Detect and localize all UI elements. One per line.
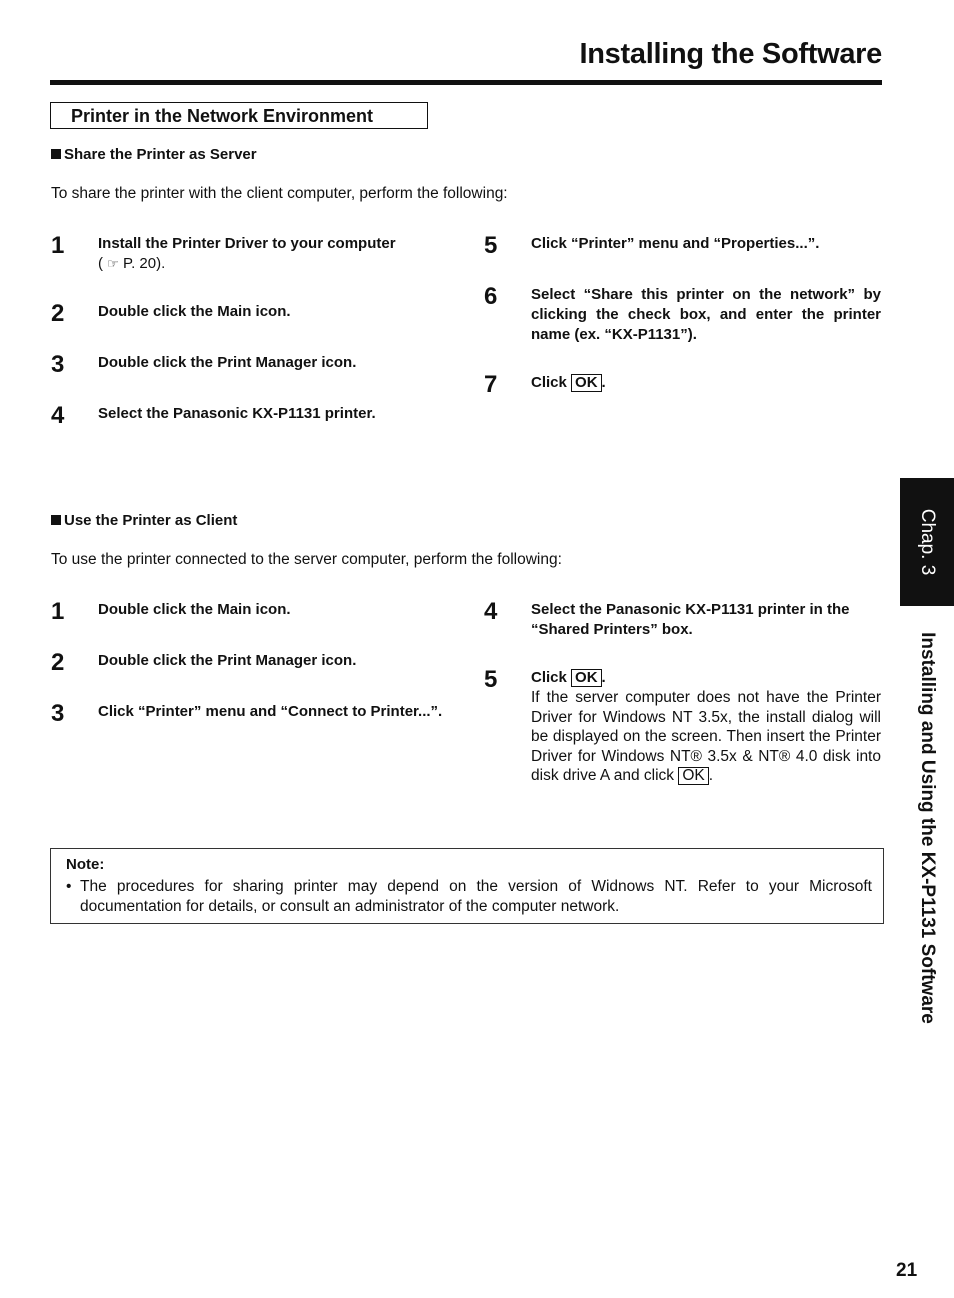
step-number: 3 (51, 700, 65, 727)
step-number: 6 (484, 283, 498, 310)
title-rule (50, 80, 882, 85)
chapter-tab-label: Chap. 3 (917, 508, 938, 576)
server-heading: Share the Printer as Server (51, 146, 257, 163)
step-number: 3 (51, 351, 65, 378)
square-bullet-icon (51, 515, 61, 525)
page-title: Installing the Software (579, 38, 883, 70)
step-text: Select the Panasonic KX-P1131 printer. (98, 405, 376, 422)
step-number: 4 (51, 402, 65, 429)
step-text: Double click the Print Manager icon. (98, 652, 357, 669)
client-heading: Use the Printer as Client (51, 512, 237, 529)
section-title: Printer in the Network Environment (50, 102, 428, 129)
ok-button[interactable]: OK (571, 374, 602, 392)
server-heading-text: Share the Printer as Server (64, 146, 257, 163)
note-text: The procedures for sharing printer may d… (80, 878, 872, 915)
server-intro: To share the printer with the client com… (51, 185, 508, 202)
step-text: Select “Share this printer on the networ… (531, 286, 881, 343)
note-label: Note: (66, 856, 105, 873)
step-text: Click (531, 374, 567, 391)
step-text: Install the Printer Driver to your compu… (98, 235, 396, 252)
step-number: 2 (51, 649, 65, 676)
step-number: 7 (484, 371, 498, 398)
step-detail: If the server computer does not have the… (531, 689, 881, 785)
page-reference: ( ☞ P. 20). (98, 255, 166, 272)
step-number: 4 (484, 598, 498, 625)
step-number: 1 (51, 232, 65, 259)
square-bullet-icon (51, 149, 61, 159)
client-intro: To use the printer connected to the serv… (51, 551, 562, 568)
step-text: Double click the Main icon. (98, 601, 291, 618)
ok-button[interactable]: OK (678, 767, 709, 785)
step-text: Click “Printer” menu and “Properties...”… (531, 235, 820, 252)
step-text: Click “Printer” menu and “Connect to Pri… (98, 703, 443, 720)
step-text: Double click the Main icon. (98, 303, 291, 320)
step-text: Select the Panasonic KX-P1131 printer in… (531, 601, 850, 638)
chapter-tab: Chap. 3 (900, 478, 954, 606)
page-number: 21 (896, 1260, 918, 1281)
ok-button[interactable]: OK (571, 669, 602, 687)
step-number: 1 (51, 598, 65, 625)
pointing-hand-icon: ☞ (107, 256, 119, 271)
client-heading-text: Use the Printer as Client (64, 512, 238, 529)
note-box: Note: • The procedures for sharing print… (50, 848, 884, 924)
bullet-icon: • (66, 878, 72, 895)
step-text: Click (531, 669, 567, 686)
chapter-title: Installing and Using the KX-P1131 Softwa… (917, 632, 938, 1024)
step-number: 2 (51, 300, 65, 327)
step-number: 5 (484, 232, 498, 259)
step-number: 5 (484, 666, 498, 693)
step-text: Double click the Print Manager icon. (98, 354, 357, 371)
